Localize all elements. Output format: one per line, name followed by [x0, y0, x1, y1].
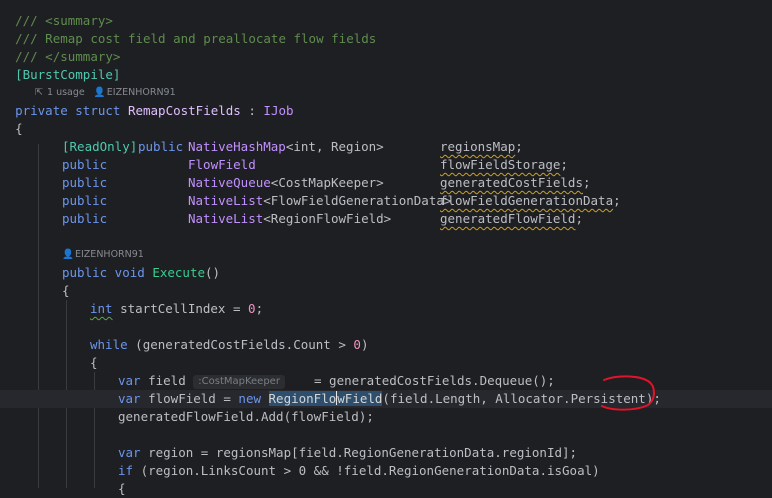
doc-comment: /// </summary> — [15, 49, 121, 64]
keyword: new — [238, 391, 261, 406]
code-line: [BurstCompile] — [0, 66, 772, 84]
selected-type[interactable]: RegionFlowField — [268, 391, 383, 406]
field-type[interactable]: NativeList<FlowFieldGenerationData> — [188, 192, 451, 210]
variable: field — [140, 373, 194, 388]
code-line: { — [0, 354, 772, 372]
modifier: public — [62, 175, 108, 190]
doc-comment: /// <summary> — [15, 13, 113, 28]
keyword: public void — [62, 265, 145, 280]
author-name[interactable]: EIZENHORN91 — [107, 87, 176, 98]
author-meta[interactable]: 👤EIZENHORN91 — [62, 246, 144, 264]
modifier: public — [62, 211, 108, 226]
person-icon: 👤 — [93, 87, 106, 98]
modifier: public — [62, 193, 108, 208]
method-name[interactable]: Execute — [152, 265, 205, 280]
field-type[interactable]: NativeList<RegionFlowField> — [188, 210, 391, 228]
interface-name[interactable]: IJob — [263, 103, 293, 118]
punctuation: : — [240, 103, 264, 118]
modifier: public — [138, 139, 184, 154]
field-row: [ReadOnly] public NativeHashMap<int, Regio… — [0, 138, 772, 156]
statement: region = regionsMap[field.RegionGenerati… — [140, 445, 578, 460]
field-name[interactable]: generatedFlowField; — [440, 210, 583, 228]
field-name[interactable]: regionsMap; — [440, 138, 523, 156]
field-row: public FlowField flowFieldStorage; — [0, 156, 772, 174]
keyword: var — [118, 445, 141, 460]
usage-meta[interactable]: ⇱ 1 usage 👤EIZENHORN91 — [34, 84, 176, 102]
keyword: while — [90, 337, 128, 352]
code-line: while (generatedCostFields.Count > 0) — [0, 336, 772, 354]
field-name[interactable]: generatedCostFields; — [440, 174, 591, 192]
keyword: var — [118, 391, 141, 406]
keyword: if — [118, 463, 134, 478]
statement: generatedFlowField.Add(flowField); — [118, 409, 374, 424]
statement: (region.LinksCount > 0 && !field.RegionG… — [133, 463, 600, 478]
brace: { — [62, 283, 70, 298]
keyword: int — [90, 301, 113, 316]
usage-count: 1 usage — [47, 87, 85, 98]
field-row: public NativeList<RegionFlowField> generat… — [0, 210, 772, 228]
usage-arrow-icon: ⇱ — [35, 87, 43, 98]
person-icon: 👤 — [62, 249, 74, 260]
number: 0 — [353, 337, 361, 352]
struct-name[interactable]: RemapCostFields — [128, 103, 241, 118]
code-line: var region = regionsMap[field.RegionGene… — [0, 444, 772, 462]
brace: { — [15, 121, 23, 136]
code-line: private struct RemapCostFields : IJob — [0, 102, 772, 120]
modifier: public — [62, 157, 108, 172]
field-type[interactable]: FlowField — [188, 156, 256, 174]
statement: = generatedCostFields.Dequeue(); — [314, 373, 555, 388]
number: 0 — [248, 301, 256, 316]
keyword: private struct — [15, 103, 121, 118]
keyword: var — [118, 373, 141, 388]
field-row: public NativeQueue<CostMapKeeper> generate… — [0, 174, 772, 192]
statement: (generatedCostFields.Count > — [127, 337, 354, 352]
brace: { — [118, 481, 126, 496]
variable: flowField = — [140, 391, 239, 406]
attribute: [BurstCompile] — [15, 67, 121, 82]
statement: startCellIndex = — [112, 301, 249, 316]
code-line: { — [0, 480, 772, 498]
code-line: /// Remap cost field and preallocate flo… — [0, 30, 772, 48]
red-circle-annotation — [601, 375, 655, 411]
code-line: if (region.LinksCount > 0 && !field.Regi… — [0, 462, 772, 480]
brace: { — [90, 355, 98, 370]
field-type[interactable]: NativeHashMap<int, Region> — [188, 138, 384, 156]
code-line: { — [0, 282, 772, 300]
code-editor[interactable]: /// <summary> /// Remap cost field and p… — [0, 0, 772, 496]
type-hint: :CostMapKeeper — [193, 375, 285, 389]
field-type[interactable]: NativeQueue<CostMapKeeper> — [188, 174, 384, 192]
punctuation: () — [205, 265, 221, 280]
code-line: /// </summary> — [0, 48, 772, 66]
field-name[interactable]: flowFieldStorage; — [440, 156, 568, 174]
author-name: EIZENHORN91 — [75, 249, 144, 260]
code-line: int startCellIndex = 0; — [0, 300, 772, 318]
field-row: public NativeList<FlowFieldGenerationData… — [0, 192, 772, 210]
punctuation: ) — [360, 337, 369, 352]
readonly-attribute: [ReadOnly] — [62, 139, 138, 154]
code-line: public void Execute() — [0, 264, 772, 282]
code-line: { — [0, 120, 772, 138]
field-name[interactable]: flowFieldGenerationData; — [440, 192, 621, 210]
punctuation: ; — [255, 301, 264, 316]
doc-comment: /// Remap cost field and preallocate flo… — [15, 31, 377, 46]
code-line: /// <summary> — [0, 12, 772, 30]
